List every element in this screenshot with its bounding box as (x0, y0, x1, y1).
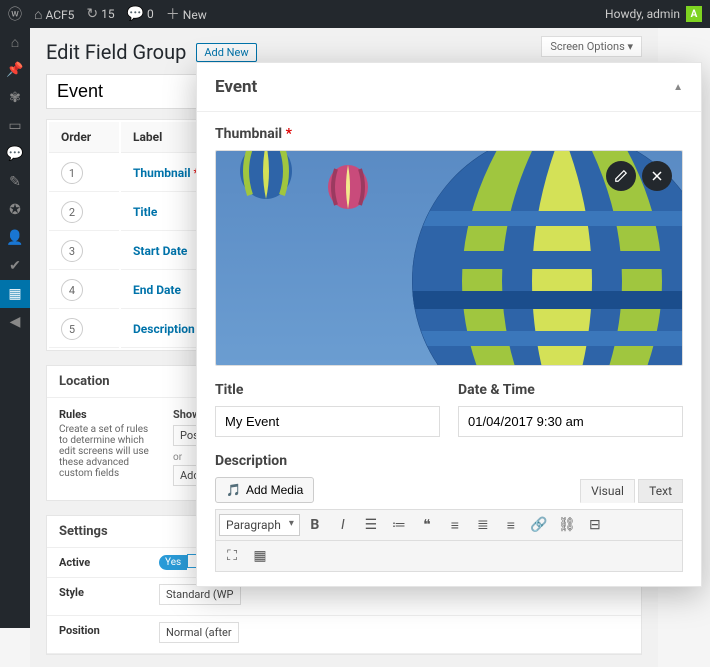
toolbar-toggle-icon[interactable]: ▦ (247, 544, 273, 568)
bullet-list-icon[interactable]: ☰ (358, 513, 384, 537)
howdy-text[interactable]: Howdy, admin (605, 7, 680, 21)
number-list-icon[interactable]: ≔ (386, 513, 412, 537)
new-content-link[interactable]: ＋ New (166, 4, 207, 24)
add-media-button[interactable]: 🎵 Add Media (215, 477, 314, 503)
col-order: Order (49, 122, 119, 153)
order-handle[interactable]: 1 (61, 162, 83, 184)
screen-options-button[interactable]: Screen Options ▾ (541, 36, 642, 57)
style-select[interactable]: Standard (WP (159, 584, 241, 605)
format-select[interactable]: Paragraph (219, 514, 300, 536)
order-handle[interactable]: 5 (61, 318, 83, 340)
title-input[interactable] (215, 406, 440, 437)
editor-toolbar: Paragraph B I ☰ ≔ ❝ ≡ ≣ ≡ 🔗 ⛓ ⊟ (215, 509, 683, 541)
field-link[interactable]: Start Date (133, 244, 187, 258)
date-field-label: Date & Time (458, 382, 683, 398)
collapse-icon[interactable]: ▲ (673, 82, 683, 93)
fullscreen-icon[interactable]: ⛶ (219, 544, 245, 568)
comments-icon[interactable]: 💬 (0, 140, 30, 168)
tab-visual[interactable]: Visual (580, 479, 635, 503)
admin-bar: ⓦ ⌂ ACF5 ↻ 15 💬 0 ＋ New Howdy, admin A (0, 0, 710, 28)
order-handle[interactable]: 2 (61, 201, 83, 223)
site-home-link[interactable]: ⌂ ACF5 (34, 6, 74, 23)
align-left-icon[interactable]: ≡ (442, 513, 468, 537)
align-right-icon[interactable]: ≡ (498, 513, 524, 537)
users-icon[interactable]: 👤 (0, 224, 30, 252)
tab-text[interactable]: Text (638, 479, 683, 503)
pencil-icon (614, 169, 628, 183)
thumbnail-image[interactable] (215, 150, 683, 366)
dashboard-icon[interactable]: ⌂ (0, 28, 30, 56)
tools-icon[interactable]: ✔ (0, 252, 30, 280)
order-handle[interactable]: 4 (61, 279, 83, 301)
bold-icon[interactable]: B (302, 513, 328, 537)
unlink-icon[interactable]: ⛓ (554, 513, 580, 537)
pin-icon[interactable]: 📌 (0, 56, 30, 84)
field-link[interactable]: Title (133, 205, 157, 219)
active-label: Active (47, 548, 147, 577)
acf-icon[interactable]: ▦ (0, 280, 30, 308)
updates-link[interactable]: ↻ 15 (86, 6, 114, 22)
required-mark: * (286, 126, 292, 142)
avatar[interactable]: A (686, 6, 702, 22)
thumbnail-label: Thumbnail * (215, 126, 683, 142)
link-icon[interactable]: 🔗 (526, 513, 552, 537)
balloon-small-1 (236, 150, 296, 213)
remove-image-button[interactable] (642, 161, 672, 191)
rules-help: Create a set of rules to determine which… (59, 424, 149, 479)
align-center-icon[interactable]: ≣ (470, 513, 496, 537)
plugins-icon[interactable]: ✪ (0, 196, 30, 224)
title-field-label: Title (215, 382, 440, 398)
style-label: Style (47, 578, 147, 615)
pages-icon[interactable]: ▭ (0, 112, 30, 140)
field-link[interactable]: Thumbnail (133, 166, 191, 180)
wordpress-icon[interactable]: ⓦ (8, 4, 22, 24)
read-more-icon[interactable]: ⊟ (582, 513, 608, 537)
plus-icon: ＋ (166, 7, 180, 23)
order-handle[interactable]: 3 (61, 240, 83, 262)
add-new-button[interactable]: Add New (196, 43, 256, 62)
editor-toolbar-row2: ⛶ ▦ (215, 541, 683, 572)
active-toggle[interactable]: Yes (159, 555, 187, 570)
page-title: Edit Field Group (46, 40, 186, 64)
event-preview-panel: Event ▲ Thumbnail * (196, 62, 702, 587)
description-label: Description (215, 453, 683, 469)
datetime-input[interactable] (458, 406, 683, 437)
field-link[interactable]: End Date (133, 283, 181, 297)
collapse-icon[interactable]: ◀ (0, 308, 30, 336)
appearance-icon[interactable]: ✎ (0, 168, 30, 196)
comments-link[interactable]: 💬 0 (127, 6, 154, 22)
refresh-icon: ↻ (86, 6, 98, 22)
balloon-small-2 (326, 165, 370, 217)
comment-icon: 💬 (127, 6, 144, 22)
edit-image-button[interactable] (606, 161, 636, 191)
close-icon (651, 170, 663, 182)
admin-sidebar: ⌂ 📌 ✾ ▭ 💬 ✎ ✪ 👤 ✔ ▦ ◀ (0, 28, 30, 628)
field-link[interactable]: Description (133, 322, 195, 336)
position-label: Position (47, 616, 147, 653)
blockquote-icon[interactable]: ❝ (414, 513, 440, 537)
position-select[interactable]: Normal (after (159, 622, 239, 643)
rules-title: Rules (59, 408, 159, 421)
panel-title: Event (215, 77, 257, 97)
home-icon: ⌂ (34, 7, 42, 23)
italic-icon[interactable]: I (330, 513, 356, 537)
media-icon: 🎵 (226, 483, 241, 497)
media-icon[interactable]: ✾ (0, 84, 30, 112)
